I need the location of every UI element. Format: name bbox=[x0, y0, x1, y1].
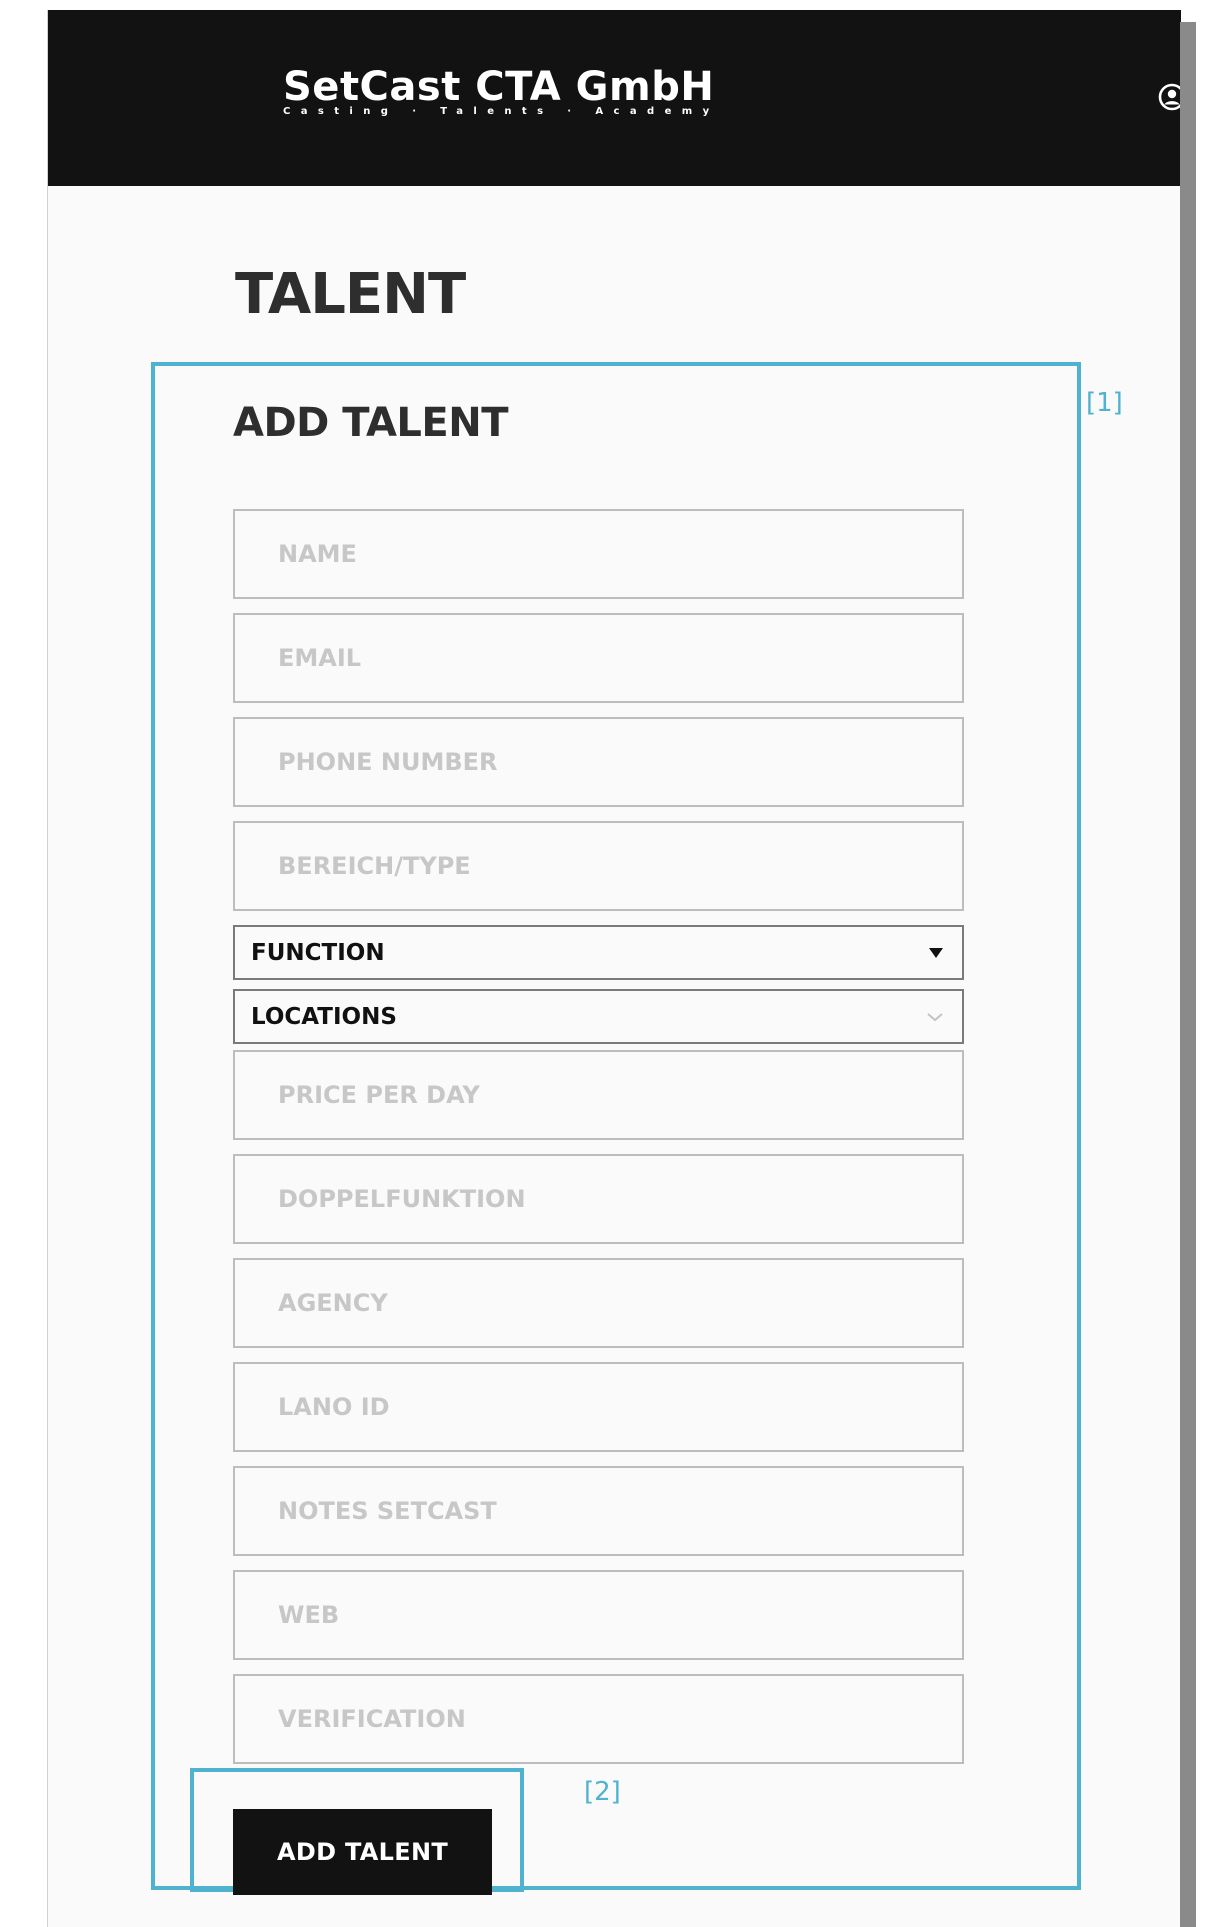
agency-field[interactable] bbox=[233, 1258, 964, 1348]
caret-down-icon bbox=[929, 947, 943, 958]
locations-select[interactable]: LOCATIONS bbox=[233, 989, 964, 1044]
brand-logo[interactable]: SetCast CTA GmbH Casting · Talents · Aca… bbox=[283, 65, 719, 117]
notes-setcast-field[interactable] bbox=[233, 1466, 964, 1556]
page-title: TALENT bbox=[235, 262, 466, 327]
price-per-day-field[interactable] bbox=[233, 1050, 964, 1140]
annotation-marker-button: [2] bbox=[584, 1777, 621, 1807]
bereich-type-field[interactable] bbox=[233, 821, 964, 911]
brand-name: SetCast CTA GmbH bbox=[283, 64, 715, 110]
add-talent-button[interactable]: ADD TALENT bbox=[233, 1809, 492, 1895]
chevron-down-icon bbox=[927, 1012, 943, 1021]
web-field[interactable] bbox=[233, 1570, 964, 1660]
name-field[interactable] bbox=[233, 509, 964, 599]
email-field[interactable] bbox=[233, 613, 964, 703]
window-edge-shadow bbox=[1180, 22, 1196, 1927]
phone-number-field[interactable] bbox=[233, 717, 964, 807]
doppelfunktion-field[interactable] bbox=[233, 1154, 964, 1244]
brand-tagline: Casting · Talents · Academy bbox=[283, 106, 720, 117]
lano-id-field[interactable] bbox=[233, 1362, 964, 1452]
locations-select-label: LOCATIONS bbox=[251, 1003, 397, 1030]
annotation-marker-form: [1] bbox=[1086, 388, 1123, 418]
function-select-label: FUNCTION bbox=[251, 939, 385, 966]
verification-field[interactable] bbox=[233, 1674, 964, 1764]
function-select[interactable]: FUNCTION bbox=[233, 925, 964, 980]
top-navigation-bar: SetCast CTA GmbH Casting · Talents · Aca… bbox=[48, 10, 1186, 186]
form-title: ADD TALENT bbox=[233, 400, 509, 446]
